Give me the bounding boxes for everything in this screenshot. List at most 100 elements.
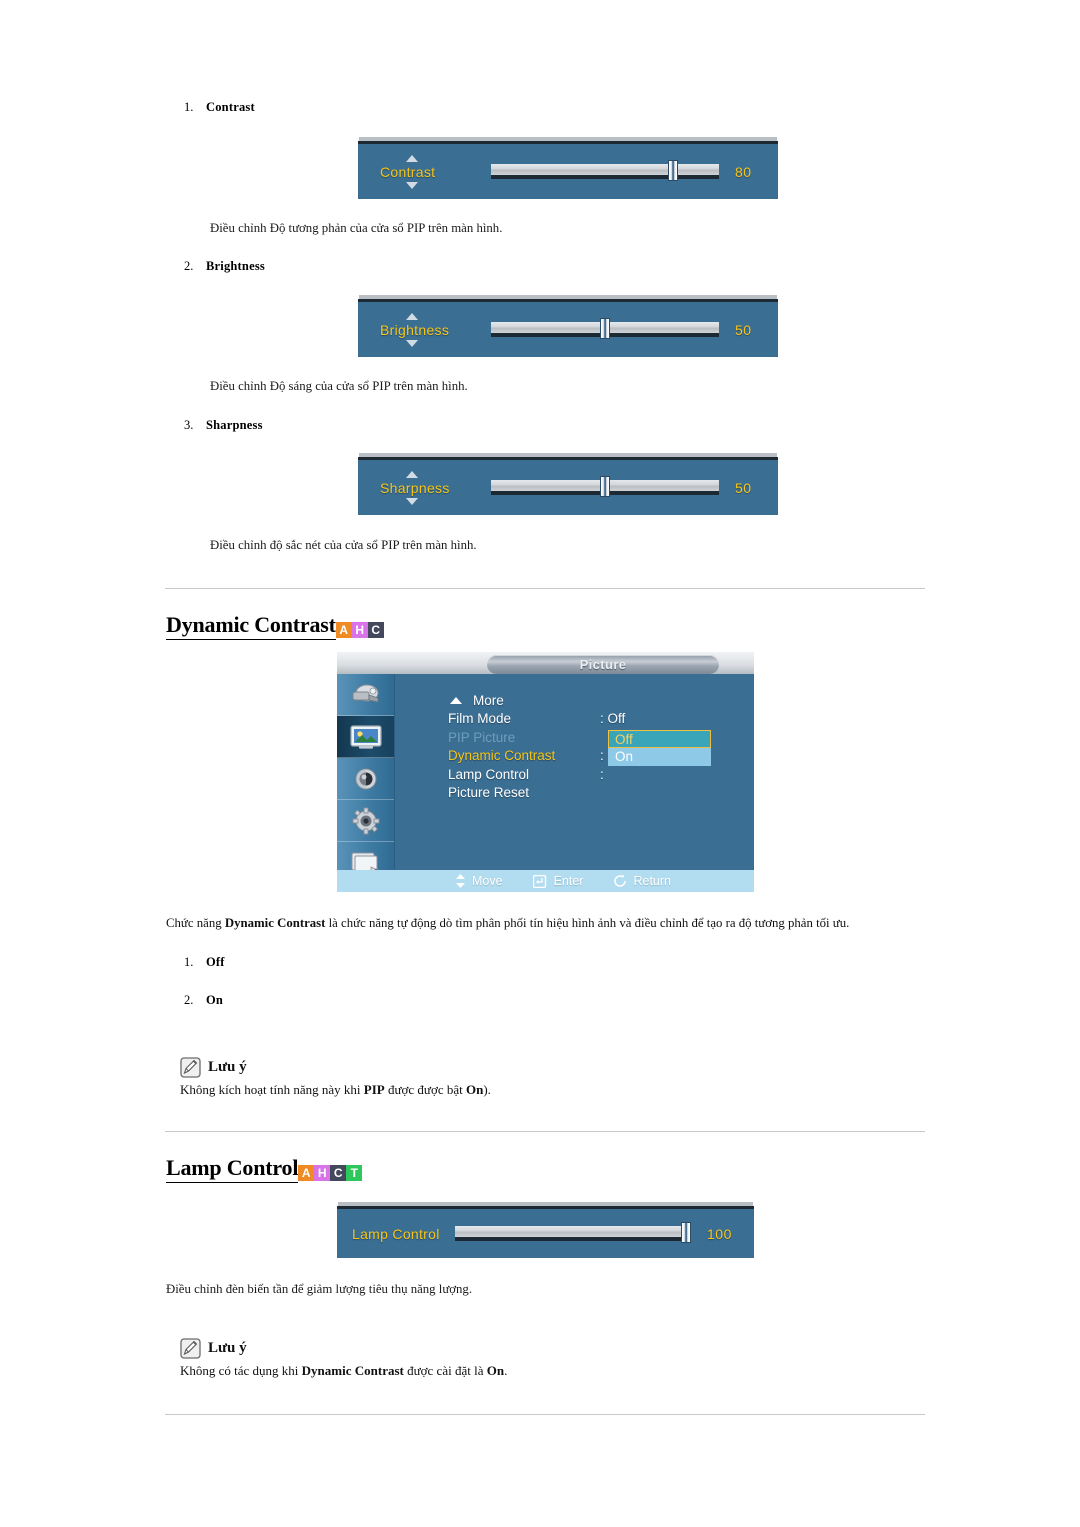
osd-row-label: Lamp Control [448, 766, 530, 782]
heading-dynamic-contrast: Dynamic Contrast A H C [166, 612, 384, 640]
osd-slider-lamp-control[interactable]: Lamp Control 100 [337, 1206, 754, 1258]
osd-row-label: Film Mode [448, 711, 512, 727]
arrow-up-icon[interactable] [406, 312, 418, 320]
note-text-pre: Không kích hoạt tính năng này khi [180, 1082, 364, 1097]
description-dynamic-contrast: Chức năng Dynamic Contrast là chức năng … [166, 916, 849, 931]
badge-t: T [346, 1165, 363, 1181]
hint-label: Enter [553, 874, 584, 888]
slider-value: 50 [735, 321, 752, 338]
note-text-pre: Không có tác dụng khi [180, 1363, 302, 1378]
slider-track[interactable] [455, 1222, 691, 1243]
dropdown-option-off[interactable]: Off [608, 730, 711, 748]
arrow-up-icon[interactable] [406, 470, 418, 478]
hint-move: Move [455, 874, 503, 888]
picture-icon [349, 724, 382, 749]
badge-c: C [367, 622, 384, 638]
osd-title-pill: Picture [487, 655, 719, 674]
sidebar-item-setup[interactable] [337, 800, 394, 842]
list-item-brightness: 2. Brightness [184, 259, 265, 274]
slider-value: 100 [707, 1225, 732, 1242]
description-post: là chức năng tự động dò tìm phân phối tí… [325, 916, 850, 930]
slider-track-area[interactable] [455, 1222, 691, 1243]
arrow-down-icon[interactable] [406, 497, 418, 505]
osd-dropdown-dynamic-contrast[interactable]: Off On [608, 730, 711, 766]
slider-value: 50 [735, 479, 752, 496]
sidebar-item-input[interactable] [337, 674, 394, 716]
osd-slider-sharpness[interactable]: Sharpness 50 [358, 457, 778, 515]
note-text-post: . [504, 1363, 508, 1378]
note-text-2: Không có tác dụng khi Dynamic Contrast đ… [180, 1363, 507, 1379]
sound-icon [355, 768, 376, 789]
dropdown-option-on[interactable]: On [608, 748, 711, 766]
list-number: 3. [184, 418, 194, 432]
slider-track[interactable] [491, 476, 719, 497]
description-pre: Chức năng [166, 916, 225, 930]
osd-body: More Film Mode : Off PIP Picture Dynamic… [395, 674, 754, 892]
slider-handle[interactable] [600, 476, 610, 497]
slider-track-area[interactable] [491, 318, 719, 339]
osd-row-label: More [473, 692, 504, 708]
caption-contrast: Điều chỉnh Độ tương phản của cửa sổ PIP … [210, 221, 503, 235]
arrow-up-icon[interactable] [406, 154, 418, 162]
list-number: 1. [184, 955, 194, 969]
list-label: Sharpness [206, 418, 263, 432]
osd-row-picture-reset[interactable]: Picture Reset [448, 784, 748, 803]
note-bold-on: On [466, 1082, 484, 1097]
sidebar-item-sound[interactable] [337, 758, 394, 800]
note-title: Lưu ý [208, 1059, 247, 1075]
note-header-1: Lưu ý [180, 1057, 247, 1078]
badge-group-dynamic-contrast: A H C [335, 622, 384, 638]
note-pencil-icon [180, 1057, 201, 1078]
osd-slider-brightness[interactable]: Brightness 50 [358, 299, 778, 357]
slider-label: Sharpness [380, 479, 450, 496]
section-divider [165, 588, 925, 589]
slider-handle[interactable] [681, 1222, 691, 1243]
slider-handle[interactable] [668, 160, 679, 181]
osd-row-label: PIP Picture [448, 729, 516, 745]
description-lamp-control: Điều chỉnh đèn biến tần để giảm lượng ti… [166, 1282, 473, 1296]
list-item-sharpness: 3. Sharpness [184, 418, 263, 433]
list-label: Off [206, 955, 225, 969]
slider-track-area[interactable] [491, 160, 719, 181]
list-number: 2. [184, 993, 194, 1007]
caption-sharpness: Điều chỉnh độ sắc nét của cửa sổ PIP trê… [210, 538, 477, 552]
osd-slider-contrast[interactable]: Contrast 80 [358, 141, 778, 199]
description-bold-term: Dynamic Contrast [224, 916, 326, 930]
osd-row-film-mode[interactable]: Film Mode : Off [448, 710, 748, 729]
osd-picture-menu[interactable]: Picture More Film Mode: Off PIP Picture… [337, 652, 754, 892]
list-label: On [206, 993, 224, 1007]
input-source-icon [352, 684, 378, 702]
sidebar-item-picture[interactable] [337, 716, 394, 758]
osd-sidebar[interactable] [337, 674, 395, 892]
hint-return: Return [613, 874, 671, 888]
caption-brightness: Điều chỉnh Độ sáng của cửa sổ PIP trên m… [210, 379, 468, 393]
badge-c: C [330, 1165, 347, 1181]
slider-track[interactable] [491, 318, 719, 339]
osd-row-label: Picture Reset [448, 785, 530, 801]
badge-a: A [298, 1165, 315, 1181]
osd-row-lamp-control[interactable]: Lamp Control : [448, 765, 748, 784]
osd-row-label: Dynamic Contrast [448, 748, 556, 764]
badge-group-lamp-control: A H C T [298, 1165, 363, 1181]
slider-track[interactable] [491, 160, 719, 181]
note-header-2: Lưu ý [180, 1338, 247, 1359]
slider-handle[interactable] [600, 318, 610, 339]
osd-title-text: Picture [579, 657, 627, 672]
hint-label: Return [633, 874, 671, 888]
list-item-contrast: 1. Contrast [184, 100, 255, 115]
scroll-up-arrow-icon[interactable] [450, 696, 462, 704]
osd-row-more[interactable]: More [448, 691, 748, 710]
note-text-1: Không kích hoạt tính năng này khi PIP đư… [180, 1082, 491, 1098]
note-bold-on: On [486, 1363, 505, 1378]
document-page: 1. Contrast Contrast 80 Điều chỉnh Độ tư… [0, 0, 1080, 1527]
arrow-down-icon[interactable] [406, 181, 418, 189]
arrow-down-icon[interactable] [406, 339, 418, 347]
list-label: Contrast [206, 100, 255, 114]
option-item-on: 2. On [184, 993, 223, 1008]
badge-h: H [351, 622, 368, 638]
enter-icon [532, 874, 548, 888]
list-label: Brightness [206, 259, 265, 273]
slider-label: Brightness [380, 321, 450, 338]
osd-row-value: : [600, 766, 604, 782]
slider-track-area[interactable] [491, 476, 719, 497]
